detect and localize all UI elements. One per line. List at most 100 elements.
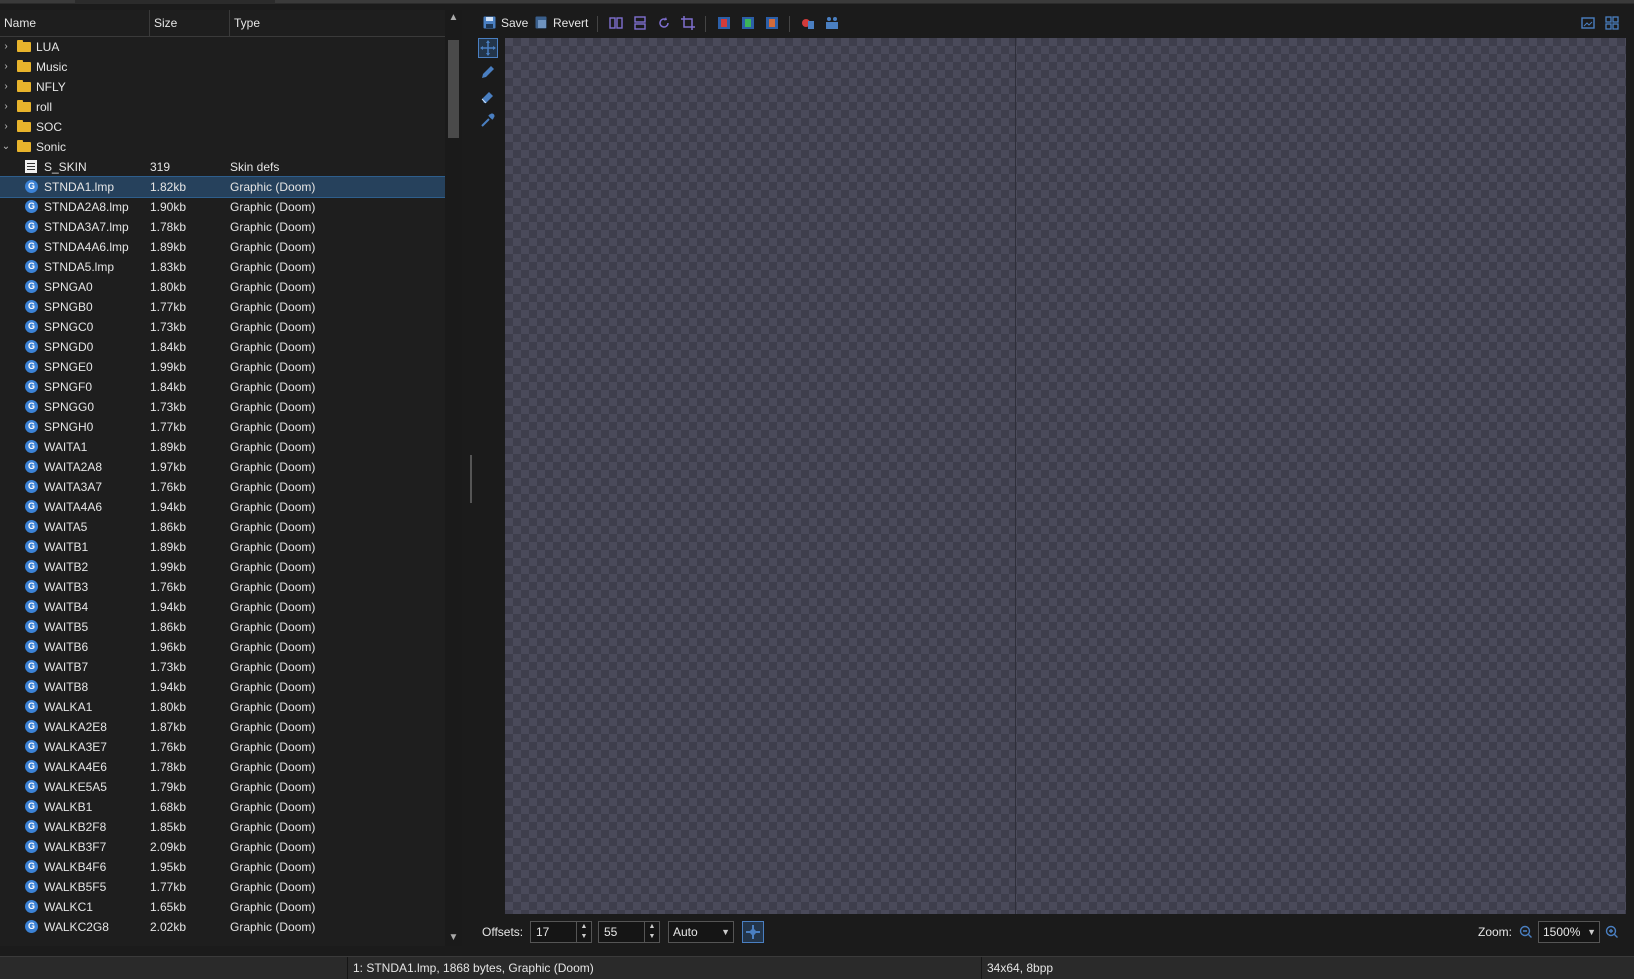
- entry-row[interactable]: G WALKB3F7 2.09kb Graphic (Doom): [0, 837, 445, 857]
- entry-row[interactable]: G WAITA1 1.89kb Graphic (Doom): [0, 437, 445, 457]
- entry-row[interactable]: G WAITB1 1.89kb Graphic (Doom): [0, 537, 445, 557]
- entry-name: WALKB1: [44, 800, 93, 814]
- column-type-header[interactable]: Type: [230, 10, 445, 36]
- chevron-down-icon[interactable]: ⌄: [0, 137, 12, 157]
- colourise-icon[interactable]: [741, 16, 755, 30]
- entry-row[interactable]: G WALKC1 1.65kb Graphic (Doom): [0, 897, 445, 917]
- entry-row[interactable]: G SPNGF0 1.84kb Graphic (Doom): [0, 377, 445, 397]
- scroll-up-icon[interactable]: ▲: [445, 10, 462, 26]
- entry-row[interactable]: S_SKIN 319 Skin defs: [0, 157, 445, 177]
- chevron-right-icon[interactable]: ›: [0, 37, 12, 57]
- crop-icon[interactable]: [681, 16, 695, 30]
- offset-mode-select[interactable]: Auto ▼: [668, 921, 734, 943]
- entry-row[interactable]: G STNDA3A7.lmp 1.78kb Graphic (Doom): [0, 217, 445, 237]
- save-button[interactable]: Save: [483, 14, 528, 32]
- folder-row[interactable]: ⌄ Sonic: [0, 137, 445, 157]
- entry-row[interactable]: G SPNGC0 1.73kb Graphic (Doom): [0, 317, 445, 337]
- entry-name: Sonic: [36, 140, 67, 154]
- entry-row[interactable]: G WALKE5A5 1.79kb Graphic (Doom): [0, 777, 445, 797]
- entry-size: 1.78kb: [150, 220, 187, 234]
- folder-row[interactable]: › roll: [0, 97, 445, 117]
- entry-row[interactable]: G SPNGG0 1.73kb Graphic (Doom): [0, 397, 445, 417]
- picker-tool-icon[interactable]: [478, 110, 498, 130]
- view-single-icon[interactable]: [1581, 16, 1595, 30]
- entry-row[interactable]: G WAITB2 1.99kb Graphic (Doom): [0, 557, 445, 577]
- graphic-icon: G: [25, 900, 38, 913]
- entry-type: Graphic (Doom): [230, 680, 316, 694]
- entry-row[interactable]: G WALKA2E8 1.87kb Graphic (Doom): [0, 717, 445, 737]
- pencil-tool-icon[interactable]: [478, 62, 498, 82]
- entry-row[interactable]: G WALKA1 1.80kb Graphic (Doom): [0, 697, 445, 717]
- entry-row[interactable]: G SPNGA0 1.80kb Graphic (Doom): [0, 277, 445, 297]
- folder-row[interactable]: › SOC: [0, 117, 445, 137]
- remap-colours-icon[interactable]: [717, 16, 731, 30]
- entry-row[interactable]: G SPNGH0 1.77kb Graphic (Doom): [0, 417, 445, 437]
- revert-button[interactable]: Revert: [535, 14, 588, 32]
- entry-row[interactable]: G WALKB1 1.68kb Graphic (Doom): [0, 797, 445, 817]
- offset-x-stepper[interactable]: ▲ ▼: [576, 922, 591, 942]
- offset-x-input[interactable]: 17 ▲ ▼: [530, 921, 592, 943]
- entry-list-scrollbar[interactable]: ▲ ▼: [445, 10, 462, 946]
- column-size-header[interactable]: Size: [150, 10, 230, 36]
- rotate-icon[interactable]: [657, 16, 671, 30]
- folder-row[interactable]: › NFLY: [0, 77, 445, 97]
- entry-type: Graphic (Doom): [230, 660, 316, 674]
- entry-row[interactable]: G WAITA4A6 1.94kb Graphic (Doom): [0, 497, 445, 517]
- entry-row[interactable]: G WALKB5F5 1.77kb Graphic (Doom): [0, 877, 445, 897]
- entry-row[interactable]: G STNDA5.lmp 1.83kb Graphic (Doom): [0, 257, 445, 277]
- transparency-icon[interactable]: [825, 16, 839, 30]
- entry-row[interactable]: G WALKB2F8 1.85kb Graphic (Doom): [0, 817, 445, 837]
- panel-splitter[interactable]: [470, 455, 472, 503]
- entry-row[interactable]: G WAITB5 1.86kb Graphic (Doom): [0, 617, 445, 637]
- graphic-icon: G: [25, 740, 38, 753]
- entry-name: SPNGB0: [44, 300, 93, 314]
- scroll-down-icon[interactable]: ▼: [445, 930, 462, 946]
- offset-y-input[interactable]: 55 ▲ ▼: [598, 921, 660, 943]
- entry-row[interactable]: G SPNGD0 1.84kb Graphic (Doom): [0, 337, 445, 357]
- eraser-tool-icon[interactable]: [478, 86, 498, 106]
- view-tiled-icon[interactable]: [1605, 16, 1619, 30]
- entry-size: 1.78kb: [150, 760, 187, 774]
- entry-type: Graphic (Doom): [230, 300, 316, 314]
- chevron-right-icon[interactable]: ›: [0, 77, 12, 97]
- scrollbar-thumb[interactable]: [448, 40, 459, 138]
- chevron-right-icon[interactable]: ›: [0, 57, 12, 77]
- entry-row[interactable]: G WAITB7 1.73kb Graphic (Doom): [0, 657, 445, 677]
- column-name-header[interactable]: Name: [0, 10, 150, 36]
- alpha-icon[interactable]: [801, 16, 815, 30]
- chevron-right-icon[interactable]: ›: [0, 97, 12, 117]
- mirror-vertical-icon[interactable]: [633, 16, 647, 30]
- zoom-out-icon[interactable]: [1519, 925, 1533, 939]
- entry-row[interactable]: G WALKB4F6 1.95kb Graphic (Doom): [0, 857, 445, 877]
- entry-row[interactable]: G SPNGE0 1.99kb Graphic (Doom): [0, 357, 445, 377]
- folder-row[interactable]: › LUA: [0, 37, 445, 57]
- entry-row[interactable]: G WALKC2G8 2.02kb Graphic (Doom): [0, 917, 445, 937]
- entry-row[interactable]: G STNDA4A6.lmp 1.89kb Graphic (Doom): [0, 237, 445, 257]
- offset-y-stepper[interactable]: ▲ ▼: [644, 922, 659, 942]
- drag-tool-icon[interactable]: [478, 38, 498, 58]
- zoom-in-icon[interactable]: [1605, 925, 1619, 939]
- graphic-canvas[interactable]: [505, 38, 1626, 914]
- entry-row[interactable]: G WAITB6 1.96kb Graphic (Doom): [0, 637, 445, 657]
- entry-row[interactable]: G WALKA3E7 1.76kb Graphic (Doom): [0, 737, 445, 757]
- entry-row[interactable]: G WAITB3 1.76kb Graphic (Doom): [0, 577, 445, 597]
- graphic-icon: G: [25, 840, 38, 853]
- mirror-horizontal-icon[interactable]: [609, 16, 623, 30]
- entry-row[interactable]: G WAITA5 1.86kb Graphic (Doom): [0, 517, 445, 537]
- folder-icon: [17, 120, 31, 132]
- folder-row[interactable]: › Music: [0, 57, 445, 77]
- zoom-select[interactable]: 1500% ▼: [1538, 921, 1600, 943]
- apply-offsets-button[interactable]: [742, 921, 764, 943]
- entry-name: WALKC2G8: [44, 920, 109, 934]
- tint-icon[interactable]: [765, 16, 779, 30]
- entry-row[interactable]: G SPNGB0 1.77kb Graphic (Doom): [0, 297, 445, 317]
- entry-row[interactable]: G WAITA2A8 1.97kb Graphic (Doom): [0, 457, 445, 477]
- entry-row[interactable]: G STNDA2A8.lmp 1.90kb Graphic (Doom): [0, 197, 445, 217]
- entry-row[interactable]: G WAITA3A7 1.76kb Graphic (Doom): [0, 477, 445, 497]
- entry-size: 1.97kb: [150, 460, 187, 474]
- entry-row[interactable]: G STNDA1.lmp 1.82kb Graphic (Doom): [0, 176, 445, 198]
- entry-row[interactable]: G WAITB4 1.94kb Graphic (Doom): [0, 597, 445, 617]
- entry-row[interactable]: G WALKA4E6 1.78kb Graphic (Doom): [0, 757, 445, 777]
- entry-row[interactable]: G WAITB8 1.94kb Graphic (Doom): [0, 677, 445, 697]
- chevron-right-icon[interactable]: ›: [0, 117, 12, 137]
